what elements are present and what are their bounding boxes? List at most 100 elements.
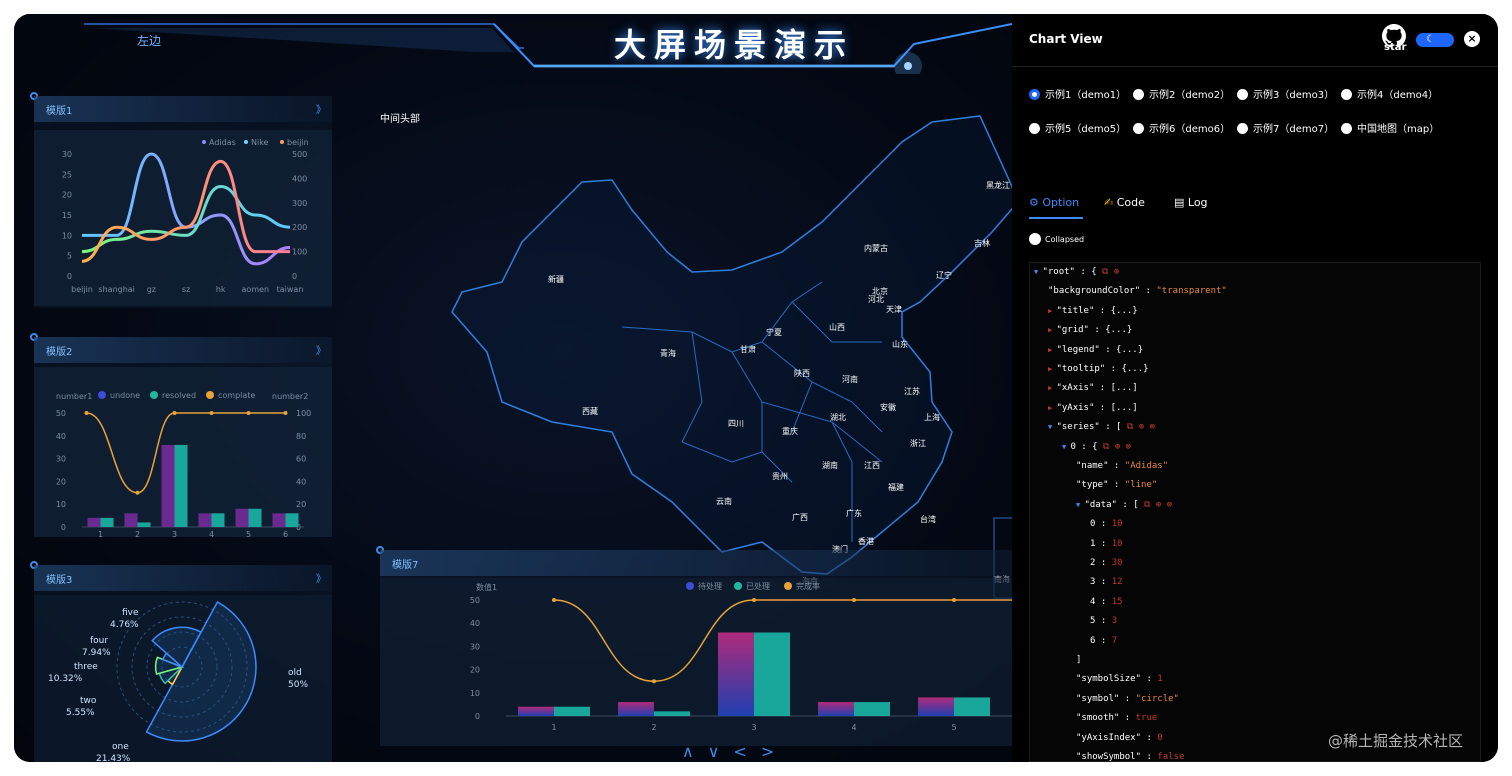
province-label[interactable]: 江苏 [904,386,920,397]
expand-arrow-icon[interactable]: 》 [316,101,326,116]
tab-log[interactable]: ▤ Log [1174,196,1208,209]
collapsed-toggle[interactable]: Collapsed [1029,233,1084,245]
json-line[interactable]: "symbolSize" : 1 [1076,674,1163,684]
province-label[interactable]: 上海 [924,412,940,423]
json-line[interactable]: 2 : 30 [1090,558,1123,568]
json-line[interactable]: "name" : "Adidas" [1076,461,1168,471]
line-point [209,411,214,415]
json-line[interactable]: ▶ "grid" : {...} [1048,325,1132,335]
province-label[interactable]: 广西 [792,512,808,523]
radio-demo-1[interactable]: 示例1（demo1） [1029,86,1126,101]
json-viewer[interactable]: ▼ "root" : { ⧉ ⊕ "backgroundColor" : "tra… [1029,262,1481,762]
province-label[interactable]: 贵州 [772,471,788,482]
province-label[interactable]: 广东 [846,508,862,519]
json-line[interactable]: ▼ "root" : { ⧉ ⊕ [1034,267,1119,277]
province-label[interactable]: 福建 [888,482,904,493]
json-line[interactable]: "symbol" : "circle" [1076,694,1179,704]
watermark: @稀土掘金技术社区 [1328,732,1464,750]
radio-demo-3[interactable]: 示例3（demo3） [1237,86,1334,101]
carousel-arrows[interactable]: ∧∨<> [682,742,788,761]
json-line[interactable]: ▶ "legend" : {...} [1048,345,1143,355]
json-line[interactable]: "yAxisIndex" : 0 [1076,733,1163,743]
json-line[interactable]: "showSymbol" : false [1076,752,1185,762]
province-label[interactable]: 宁夏 [766,327,782,338]
province-label[interactable]: 四川 [728,418,744,429]
theme-toggle[interactable]: ☾ [1416,33,1454,47]
province-label[interactable]: 河北 [868,294,884,305]
province-label[interactable]: 青海 [660,348,676,359]
radio-circle-icon [1341,89,1352,100]
province-label[interactable]: 湖北 [830,412,846,423]
bar-pending [618,702,654,716]
expand-arrow-icon[interactable]: 》 [316,570,326,585]
province-label[interactable]: 重庆 [782,426,798,437]
json-line[interactable]: ▼ "data" : [ ⧉ ⊕ ⊗ [1076,500,1172,510]
json-line[interactable]: ] [1076,655,1081,665]
github-star-label[interactable]: star [1384,42,1406,53]
radio-demo-4[interactable]: 示例4（demo4） [1341,86,1438,101]
y2-axis-title: number2 [272,392,308,401]
json-line[interactable]: ▶ "xAxis" : [...] [1048,383,1138,393]
expand-arrow-icon[interactable]: 》 [316,342,326,357]
y-tick-label: 30 [470,642,480,651]
json-line[interactable]: "backgroundColor" : "transparent" [1048,286,1227,296]
json-line[interactable]: 0 : 10 [1090,519,1123,529]
radio-demo-8[interactable]: 中国地图（map） [1341,120,1439,135]
json-key: "data" [1084,499,1117,510]
province-label[interactable]: 新疆 [548,274,564,285]
header-frame-shape [84,23,1012,74]
json-line[interactable]: ▶ "title" : {...} [1048,306,1138,316]
province-label[interactable]: 辽宁 [936,270,952,281]
radio-demo-6[interactable]: 示例6（demo6） [1133,120,1230,135]
tab-option[interactable]: ⚙ Option [1029,196,1079,209]
json-line[interactable]: ▼ 0 : { ⧉ ⊕ ⊗ [1062,442,1131,452]
x-tick-label: 2 [135,530,140,537]
province-label[interactable]: 山东 [892,339,908,350]
tab-code[interactable]: ✍ Code [1104,196,1145,209]
province-label[interactable]: 台湾 [920,514,936,525]
json-line[interactable]: ▼ "series" : [ ⧉ ⊕ ⊗ [1048,422,1155,432]
province-label[interactable]: 吉林 [974,238,990,249]
json-line[interactable]: ▶ "yAxis" : [...] [1048,403,1138,413]
radio-demo-5[interactable]: 示例5（demo5） [1029,120,1126,135]
line-point [246,411,251,415]
province-label[interactable]: 西藏 [582,406,598,417]
json-line[interactable]: 3 : 12 [1090,577,1123,587]
left-tab[interactable]: 左边 [137,32,161,49]
panel-template-3: 模版3 》 five 4.76% four 7.94% three 10.32% tw… [34,565,332,762]
bar-resolved [285,513,299,527]
radio-demo-2[interactable]: 示例2（demo2） [1133,86,1230,101]
province-label[interactable]: 山西 [829,322,845,333]
json-line[interactable]: 5 : 3 [1090,616,1117,626]
json-value: true [1135,713,1158,724]
radio-demo-7[interactable]: 示例7（demo7） [1237,120,1334,135]
y2-tick-label: 400 [292,174,307,183]
province-label[interactable]: 江西 [864,460,880,471]
close-button[interactable]: × [1464,31,1480,47]
json-line[interactable]: ▶ "tooltip" : {...} [1048,364,1149,374]
province-label[interactable]: 甘肃 [740,344,756,355]
json-key: "yAxis" [1056,402,1095,413]
json-sep: : [1095,577,1112,588]
province-label[interactable]: 云南 [716,496,732,507]
json-line[interactable]: 6 : 7 [1090,636,1117,646]
china-map[interactable] [432,102,1032,602]
province-label[interactable]: 河南 [842,374,858,385]
json-line[interactable]: 4 : 15 [1090,597,1123,607]
json-line[interactable]: "smooth" : true [1076,713,1157,723]
legend-label: 已处理 [746,581,770,591]
json-line[interactable]: "type" : "line" [1076,480,1157,490]
json-value: false [1157,752,1185,762]
province-label[interactable]: 香港 [858,536,874,547]
province-label[interactable]: 湖南 [822,460,838,471]
province-label[interactable]: 安徽 [880,402,896,413]
province-label[interactable]: 陕西 [794,368,810,379]
province-label[interactable]: 浙江 [910,438,926,449]
json-sep: : [1108,461,1125,471]
y-tick-label: 10 [470,689,480,698]
province-label[interactable]: 天津 [886,304,902,315]
province-label[interactable]: 内蒙古 [864,243,888,254]
json-line[interactable]: 1 : 10 [1090,539,1123,549]
province-label[interactable]: 黑龙江 [986,180,1010,191]
y2-tick-label: 200 [292,223,307,232]
